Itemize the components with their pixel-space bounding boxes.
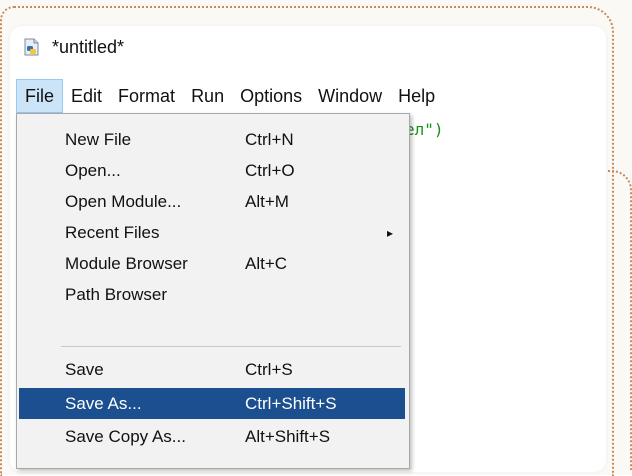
- menu-item-label: New File: [65, 129, 132, 149]
- menu-options[interactable]: Options: [232, 80, 310, 112]
- file-menu-dropdown: New File Ctrl+N Open... Ctrl+O Open Modu…: [16, 113, 410, 469]
- menu-item-save-as[interactable]: Save As... Ctrl+Shift+S: [19, 388, 405, 419]
- menu-item-path-browser[interactable]: Path Browser: [19, 279, 405, 310]
- menu-window[interactable]: Window: [310, 80, 390, 112]
- window-title: *untitled*: [52, 36, 125, 57]
- menu-separator: [61, 346, 401, 347]
- submenu-arrow-icon: ▸: [387, 225, 394, 240]
- menu-item-shortcut: Alt+Shift+S: [245, 426, 331, 446]
- menu-item-recent-files[interactable]: Recent Files ▸: [19, 217, 405, 248]
- menu-item-shortcut: Alt+M: [245, 191, 289, 211]
- menu-help[interactable]: Help: [390, 80, 443, 112]
- menu-file[interactable]: File: [16, 79, 64, 113]
- menu-item-label: Save: [65, 359, 104, 379]
- menu-item-shortcut: Ctrl+N: [245, 129, 294, 149]
- menu-item-save[interactable]: Save Ctrl+S: [19, 354, 405, 385]
- menu-item-shortcut: Ctrl+Shift+S: [245, 393, 337, 413]
- menu-item-module-browser[interactable]: Module Browser Alt+C: [19, 248, 405, 279]
- menu-edit[interactable]: Edit: [63, 80, 110, 112]
- menu-format[interactable]: Format: [110, 80, 183, 112]
- python-file-icon: [22, 37, 42, 57]
- menu-item-new-file[interactable]: New File Ctrl+N: [19, 124, 405, 155]
- menu-item-label: Path Browser: [65, 284, 168, 304]
- menu-item-shortcut: Alt+C: [245, 253, 288, 273]
- code-fragment: ел"): [405, 120, 444, 139]
- title-bar: *untitled*: [22, 34, 124, 60]
- menu-item-open[interactable]: Open... Ctrl+O: [19, 155, 405, 186]
- menu-run[interactable]: Run: [183, 80, 232, 112]
- menu-item-label: Save As...: [65, 393, 142, 413]
- menu-item-shortcut: Ctrl+S: [245, 359, 293, 379]
- menu-item-save-copy-as[interactable]: Save Copy As... Alt+Shift+S: [19, 421, 405, 452]
- decorative-dotted-border-right: [608, 170, 632, 470]
- menu-item-label: Open Module...: [65, 191, 182, 211]
- menu-item-label: Recent Files: [65, 222, 160, 242]
- menu-bar: File Edit Format Run Options Window Help: [16, 79, 606, 113]
- editor-code-line[interactable]: ел"): [405, 120, 444, 139]
- menu-item-shortcut: Ctrl+O: [245, 160, 295, 180]
- menu-item-open-module[interactable]: Open Module... Alt+M: [19, 186, 405, 217]
- menu-item-label: Open...: [65, 160, 121, 180]
- menu-item-label: Save Copy As...: [65, 426, 186, 446]
- menu-item-label: Module Browser: [65, 253, 188, 273]
- page-frame: *untitled* File Edit Format Run Options …: [0, 0, 632, 476]
